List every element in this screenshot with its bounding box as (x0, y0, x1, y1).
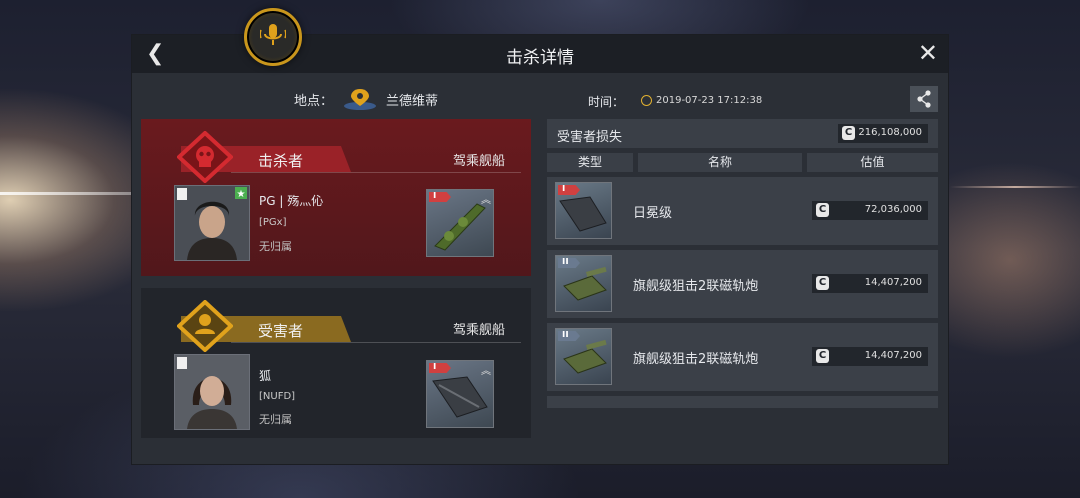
rank-chevron-icon: ︽ (481, 366, 491, 377)
victim-ship-label: 驾乘舰船 (453, 323, 506, 338)
loss-row[interactable]: II 旗舰级狙击2联磁轨炮 C 14,407,200 (547, 323, 938, 391)
killer-portrait-image: ★ (175, 186, 249, 260)
victim-card: 受害者 驾乘舰船 狐 [NUFD] 无归属 I ︽ (141, 288, 531, 438)
next-row-partial (547, 396, 938, 408)
item-name: 旗舰级狙击2联磁轨炮 (633, 352, 759, 367)
victim-affiliation: 无归属 (259, 413, 292, 426)
credit-icon: C (816, 349, 829, 363)
divider (231, 342, 521, 343)
share-icon (917, 90, 931, 108)
location-pin-icon (344, 89, 376, 110)
item-thumbnail: I (555, 182, 612, 239)
item-value: C 14,407,200 (812, 274, 928, 293)
divider (231, 172, 521, 173)
loss-row[interactable]: II 旗舰级狙击2联磁轨炮 C 14,407,200 (547, 250, 938, 318)
clock-icon (641, 95, 652, 106)
location-name: 兰德维蒂 (386, 94, 439, 109)
location-label: 地点： (294, 94, 334, 109)
victim-loss-header: 受害者损失 C 216,108,000 (547, 119, 938, 148)
svg-text:★: ★ (237, 189, 246, 200)
credit-icon: C (816, 203, 829, 217)
victim-portrait-image (175, 355, 249, 429)
killer-name: PG | 殇灬伈 (259, 194, 324, 208)
killer-role-label: 击杀者 (258, 152, 304, 170)
item-thumbnail: II (555, 328, 612, 385)
column-header-type: 类型 (547, 153, 633, 172)
victim-name: 狐 (259, 369, 272, 383)
victim-corp-tag: [NUFD] (259, 391, 296, 402)
killer-ship-thumbnail[interactable]: I ︽ (426, 189, 494, 257)
loss-title: 受害者损失 (557, 130, 623, 145)
victim-avatar[interactable] (174, 354, 250, 430)
person-icon (177, 300, 233, 352)
victim-ship-thumbnail[interactable]: I ︽ (426, 360, 494, 428)
tier-badge: I (429, 192, 451, 202)
column-header-name: 名称 (638, 153, 802, 172)
item-name: 日冕级 (633, 206, 673, 221)
tier-badge: II (558, 331, 580, 341)
credit-icon: C (816, 276, 829, 290)
killer-ship-label: 驾乘舰船 (453, 154, 506, 169)
item-name: 旗舰级狙击2联磁轨炮 (633, 279, 759, 294)
close-button[interactable]: ✕ (918, 39, 938, 67)
rank-chevron-icon: ︽ (481, 195, 491, 206)
credit-icon: C (842, 126, 855, 140)
tier-badge: I (429, 363, 451, 373)
item-value: C 14,407,200 (812, 347, 928, 366)
time-label: 时间： (588, 95, 625, 109)
item-thumbnail: II (555, 255, 612, 312)
kill-detail-panel: ❮ 击杀详情 ✕ 地点： 兰德维蒂 时间： 2019-07-23 17:12:3… (132, 35, 948, 464)
killer-card: 击杀者 驾乘舰船 ★ PG | 殇灬伈 [PGx] 无归属 I ︽ (141, 119, 531, 276)
share-button[interactable] (910, 86, 938, 112)
star-flare-right (950, 186, 1080, 188)
loss-row[interactable]: I 日冕级 C 72,036,000 (547, 177, 938, 245)
item-value: C 72,036,000 (812, 201, 928, 220)
tier-badge: I (558, 185, 580, 195)
loss-total-value: 216,108,000 (858, 127, 922, 138)
killer-corp-tag: [PGx] (259, 217, 287, 228)
voice-chat-button[interactable] (244, 8, 302, 66)
column-header-value: 估值 (807, 153, 938, 172)
killer-affiliation: 无归属 (259, 240, 292, 253)
victim-role-label: 受害者 (258, 322, 304, 340)
loss-total: C 216,108,000 (838, 124, 928, 143)
killer-avatar[interactable]: ★ (174, 185, 250, 261)
microphone-icon (260, 24, 286, 45)
tier-badge: II (558, 258, 580, 268)
time-value: 2019-07-23 17:12:38 (656, 95, 763, 106)
skull-icon (177, 131, 233, 183)
